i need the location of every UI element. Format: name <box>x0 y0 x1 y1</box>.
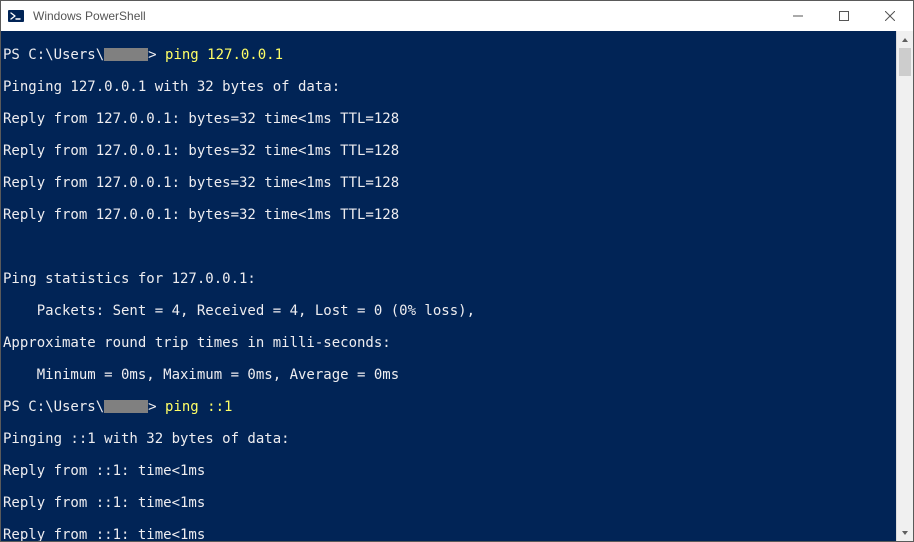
output-line: Packets: Sent = 4, Received = 4, Lost = … <box>3 303 896 319</box>
output-line: Reply from ::1: time<1ms <box>3 527 896 541</box>
titlebar[interactable]: Windows PowerShell <box>1 1 913 31</box>
redacted-username <box>104 400 148 413</box>
output-line: Reply from 127.0.0.1: bytes=32 time<1ms … <box>3 175 896 191</box>
prompt-2-post: > <box>148 399 165 415</box>
vertical-scrollbar[interactable] <box>896 31 913 541</box>
scroll-thumb[interactable] <box>899 48 911 76</box>
app-icon <box>1 1 31 31</box>
output-line: Pinging 127.0.0.1 with 32 bytes of data: <box>3 79 896 95</box>
command-1: ping 127.0.0.1 <box>165 47 283 63</box>
minimize-button[interactable] <box>775 1 821 31</box>
powershell-window: Windows PowerShell PS C:\Users\ > ping 12… <box>0 0 914 542</box>
scroll-down-button[interactable] <box>897 524 913 541</box>
prompt-1-post: > <box>148 47 165 63</box>
prompt-2-pre: PS C:\Users\ <box>3 399 104 415</box>
prompt-1-pre: PS C:\Users\ <box>3 47 104 63</box>
output-line: Ping statistics for 127.0.0.1: <box>3 271 896 287</box>
output-line <box>3 239 896 255</box>
output-line: Reply from ::1: time<1ms <box>3 495 896 511</box>
output-line: Reply from 127.0.0.1: bytes=32 time<1ms … <box>3 143 896 159</box>
window-title: Windows PowerShell <box>31 9 146 23</box>
client-area: PS C:\Users\ > ping 127.0.0.1 Pinging 127… <box>1 31 913 541</box>
redacted-username <box>104 48 148 61</box>
output-line: Reply from ::1: time<1ms <box>3 463 896 479</box>
maximize-button[interactable] <box>821 1 867 31</box>
output-line: Reply from 127.0.0.1: bytes=32 time<1ms … <box>3 207 896 223</box>
terminal-output[interactable]: PS C:\Users\ > ping 127.0.0.1 Pinging 127… <box>1 31 896 541</box>
output-line: Pinging ::1 with 32 bytes of data: <box>3 431 896 447</box>
command-2: ping ::1 <box>165 399 232 415</box>
powershell-icon <box>8 8 24 24</box>
output-line: Reply from 127.0.0.1: bytes=32 time<1ms … <box>3 111 896 127</box>
scroll-up-button[interactable] <box>897 31 913 48</box>
output-line: Approximate round trip times in milli-se… <box>3 335 896 351</box>
output-line: Minimum = 0ms, Maximum = 0ms, Average = … <box>3 367 896 383</box>
close-button[interactable] <box>867 1 913 31</box>
scroll-track[interactable] <box>897 48 913 524</box>
